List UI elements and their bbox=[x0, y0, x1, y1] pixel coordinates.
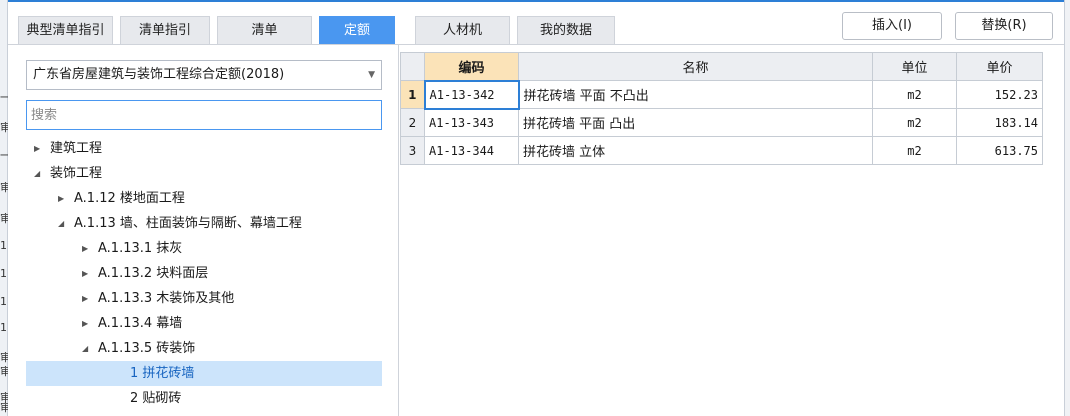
tree-node[interactable]: ◢ 装饰工程 bbox=[26, 161, 382, 186]
background-strip-char: 审 bbox=[0, 366, 8, 378]
search-input[interactable] bbox=[27, 101, 381, 129]
code-cell[interactable]: A1-13-343 bbox=[424, 108, 519, 137]
unit-cell[interactable]: m2 bbox=[872, 108, 957, 137]
tree-node[interactable]: 2 贴砌砖 bbox=[26, 386, 382, 411]
tab-quota[interactable]: 定额 bbox=[319, 16, 395, 44]
unit-cell[interactable]: m2 bbox=[872, 136, 957, 165]
tab-my-data[interactable]: 我的数据 bbox=[517, 16, 615, 44]
price-cell[interactable]: 152.23 bbox=[956, 80, 1043, 109]
name-cell[interactable]: 拼花砖墙 平面 不凸出 bbox=[518, 80, 873, 109]
row-index-cell[interactable]: 2 bbox=[400, 108, 425, 137]
tree-node-label: A.1.13.3 木装饰及其他 bbox=[98, 291, 235, 306]
tree-node[interactable]: ▶ A.1.13.2 块料面层 bbox=[26, 261, 382, 286]
tree-node-label: 1 拼花砖墙 bbox=[130, 366, 195, 381]
background-strip-char: 一 bbox=[0, 150, 8, 162]
price-cell[interactable]: 183.14 bbox=[956, 108, 1043, 137]
code-cell[interactable]: A1-13-344 bbox=[424, 136, 519, 165]
background-strip-char: 1 bbox=[0, 240, 7, 252]
tree-node-label: 装饰工程 bbox=[50, 166, 103, 181]
collapsed-arrow-icon[interactable]: ▶ bbox=[82, 311, 88, 336]
background-strip-char: 审 bbox=[0, 182, 8, 194]
tree-node-label: 建筑工程 bbox=[50, 141, 103, 156]
quota-index-dialog: 典型清单指引 清单指引 清单 定额 人材机 我的数据 插入(I) 替换(R) 广… bbox=[8, 2, 1064, 416]
expanded-arrow-icon[interactable]: ◢ bbox=[58, 211, 64, 236]
tree-node[interactable]: ▶ A.1.13.4 幕墙 bbox=[26, 311, 382, 336]
background-strip-char: 审 bbox=[0, 122, 8, 134]
table-row[interactable]: 1 A1-13-342 拼花砖墙 平面 不凸出 m2 152.23 bbox=[400, 79, 1043, 110]
quota-library-select-value: 广东省房屋建筑与装饰工程综合定额(2018) bbox=[33, 67, 285, 82]
collapsed-arrow-icon[interactable]: ▶ bbox=[82, 261, 88, 286]
background-strip-char: 1 bbox=[0, 322, 7, 334]
insert-button[interactable]: 插入(I) bbox=[842, 12, 942, 40]
tree-node-label: A.1.13.4 幕墙 bbox=[98, 316, 183, 331]
background-strip-char: 审 bbox=[0, 352, 8, 364]
tree-node-label: A.1.13.1 抹灰 bbox=[98, 241, 183, 256]
tab-labor-material-machine[interactable]: 人材机 bbox=[415, 16, 510, 44]
collapsed-arrow-icon[interactable]: ▶ bbox=[58, 186, 64, 211]
tree-node[interactable]: ◢ A.1.13 墙、柱面装饰与隔断、幕墙工程 bbox=[26, 211, 382, 236]
unit-cell[interactable]: m2 bbox=[872, 80, 957, 109]
row-index-cell[interactable]: 1 bbox=[400, 80, 425, 109]
name-cell[interactable]: 拼花砖墙 平面 凸出 bbox=[518, 108, 873, 137]
row-index-cell[interactable]: 3 bbox=[400, 136, 425, 165]
collapsed-arrow-icon[interactable]: ▶ bbox=[82, 236, 88, 261]
row-index-header bbox=[400, 52, 425, 81]
tree-node[interactable]: ▶ A.1.13.3 木装饰及其他 bbox=[26, 286, 382, 311]
tree-node[interactable]: ▶ A.1.12 楼地面工程 bbox=[26, 186, 382, 211]
right-window-edge bbox=[1064, 0, 1070, 416]
tree-node-label: A.1.13.5 砖装饰 bbox=[98, 341, 196, 356]
grid-header-row: 编码 名称 单位 单价 bbox=[400, 52, 1043, 81]
expanded-arrow-icon[interactable]: ◢ bbox=[34, 161, 40, 186]
expanded-arrow-icon[interactable]: ◢ bbox=[82, 336, 88, 361]
quota-library-select[interactable]: 广东省房屋建筑与装饰工程综合定额(2018) ▼ bbox=[26, 60, 382, 90]
unit-column-header[interactable]: 单位 bbox=[872, 52, 957, 81]
tab-bill-guide[interactable]: 清单指引 bbox=[120, 16, 210, 44]
background-strip-char: 审 bbox=[0, 213, 8, 225]
tree-node[interactable]: ◢ A.1.13.5 砖装饰 bbox=[26, 336, 382, 361]
background-strip-char: 一 bbox=[0, 92, 8, 104]
background-window-strip: 一审一审审1111审审审审 bbox=[0, 0, 8, 416]
tree-node-label: A.1.12 楼地面工程 bbox=[74, 191, 185, 206]
background-strip-char: 1 bbox=[0, 268, 7, 280]
background-strip-char: 1 bbox=[0, 296, 7, 308]
code-cell[interactable]: A1-13-342 bbox=[423, 79, 520, 110]
collapsed-arrow-icon[interactable]: ▶ bbox=[82, 286, 88, 311]
code-column-header[interactable]: 编码 bbox=[424, 52, 519, 81]
table-row[interactable]: 3 A1-13-344 拼花砖墙 立体 m2 613.75 bbox=[400, 136, 1043, 165]
tree-node-label: 2 贴砌砖 bbox=[130, 391, 182, 406]
tree-node[interactable]: 1 拼花砖墙 bbox=[26, 361, 382, 386]
tree-node-label: A.1.13 墙、柱面装饰与隔断、幕墙工程 bbox=[74, 216, 302, 231]
tab-typical-bill-guide[interactable]: 典型清单指引 bbox=[18, 16, 113, 44]
chevron-down-icon[interactable]: ▼ bbox=[368, 61, 375, 89]
background-strip-char: 审 bbox=[0, 402, 8, 414]
tree-node[interactable]: ▶ 建筑工程 bbox=[26, 136, 382, 161]
table-row[interactable]: 2 A1-13-343 拼花砖墙 平面 凸出 m2 183.14 bbox=[400, 108, 1043, 137]
tab-bar-divider bbox=[8, 44, 1064, 45]
name-cell[interactable]: 拼花砖墙 立体 bbox=[518, 136, 873, 165]
name-column-header[interactable]: 名称 bbox=[518, 52, 873, 81]
quota-items-grid: 编码 名称 单位 单价 1 A1-13-342 拼花砖墙 平面 不凸出 m2 152.2… bbox=[400, 52, 1044, 165]
pane-splitter[interactable] bbox=[398, 45, 399, 416]
replace-button[interactable]: 替换(R) bbox=[955, 12, 1053, 40]
search-field[interactable] bbox=[26, 100, 382, 130]
collapsed-arrow-icon[interactable]: ▶ bbox=[34, 136, 40, 161]
price-cell[interactable]: 613.75 bbox=[956, 136, 1043, 165]
tree-node[interactable]: ▶ A.1.13.1 抹灰 bbox=[26, 236, 382, 261]
tree-node-label: A.1.13.2 块料面层 bbox=[98, 266, 209, 281]
tab-bill[interactable]: 清单 bbox=[217, 16, 312, 44]
quota-tree-pane: 广东省房屋建筑与装饰工程综合定额(2018) ▼ ▶ 建筑工程 ◢ 装饰工程 ▶ A.1.… bbox=[20, 52, 394, 416]
price-column-header[interactable]: 单价 bbox=[956, 52, 1043, 81]
